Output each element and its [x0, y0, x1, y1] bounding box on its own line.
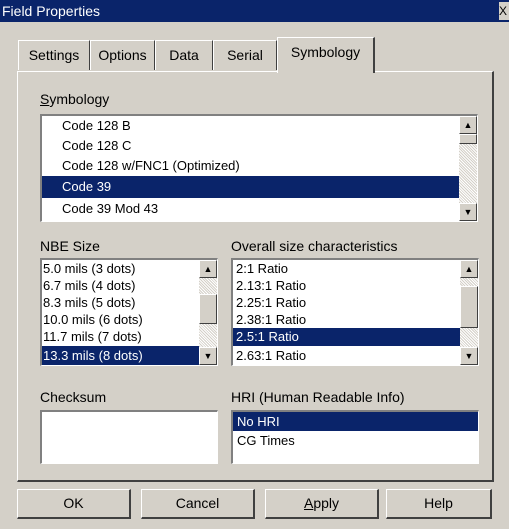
nbe-size-list[interactable]: 5.0 mils (3 dots) 6.7 mils (4 dots) 8.3 … — [40, 258, 218, 366]
tab-options[interactable]: Options — [90, 40, 155, 70]
hri-item[interactable]: CG Times — [233, 431, 478, 450]
scroll-up-icon[interactable]: ▲ — [199, 260, 217, 278]
overall-size-label: Overall size characteristics — [231, 238, 398, 254]
symbology-label-rest: ymbology — [49, 91, 110, 107]
nbe-size-item[interactable]: 6.7 mils (4 dots) — [42, 277, 200, 294]
overall-size-list[interactable]: 2:1 Ratio 2.13:1 Ratio 2.25:1 Ratio 2.38… — [231, 258, 479, 366]
nbe-size-item[interactable]: 11.7 mils (7 dots) — [42, 328, 200, 345]
symbology-item[interactable]: Code 128 C — [42, 136, 460, 156]
hri-label: HRI (Human Readable Info) — [231, 389, 405, 405]
symbology-label: Symbology — [40, 91, 109, 107]
symbology-scroll-thumb[interactable] — [459, 134, 477, 144]
apply-accel: A — [303, 495, 314, 511]
window-title: Field Properties — [2, 3, 101, 19]
tab-data[interactable]: Data — [155, 40, 213, 70]
overall-size-item-selected[interactable]: 2.5:1 Ratio — [233, 328, 461, 346]
apply-label-rest: pply — [313, 495, 340, 511]
nbe-size-scroll-thumb[interactable] — [199, 294, 217, 324]
nbe-size-scrollbar[interactable]: ▲ ▼ — [199, 260, 217, 365]
scroll-down-icon[interactable]: ▼ — [459, 203, 477, 221]
overall-size-item[interactable]: 2.13:1 Ratio — [233, 277, 461, 294]
symbology-item[interactable]: Code 39 Mod 43 — [42, 198, 460, 220]
symbology-item[interactable]: Code 128 w/FNC1 (Optimized) — [42, 156, 460, 176]
scroll-down-icon[interactable]: ▼ — [199, 347, 217, 365]
nbe-size-item[interactable]: 5.0 mils (3 dots) — [42, 260, 200, 277]
tab-serial[interactable]: Serial — [213, 40, 277, 70]
scroll-down-icon[interactable]: ▼ — [460, 347, 478, 365]
ok-button[interactable]: OK — [17, 489, 131, 519]
nbe-size-item[interactable]: 10.0 mils (6 dots) — [42, 311, 200, 328]
cancel-button[interactable]: Cancel — [141, 489, 255, 519]
scroll-up-icon[interactable]: ▲ — [459, 116, 477, 134]
symbology-item[interactable]: Code 128 B — [42, 116, 460, 136]
help-button[interactable]: Help — [386, 489, 492, 519]
nbe-size-item[interactable]: 8.3 mils (5 dots) — [42, 294, 200, 311]
overall-size-item[interactable]: 2:1 Ratio — [233, 260, 461, 277]
close-icon[interactable]: X — [499, 2, 509, 20]
overall-size-scrollbar[interactable]: ▲ ▼ — [460, 260, 478, 365]
tab-symbology[interactable]: Symbology — [277, 37, 375, 73]
title-bar[interactable]: Field Properties X — [0, 0, 509, 22]
symbology-panel: Symbology Code 128 B Code 128 C Code 128… — [17, 71, 494, 482]
symbology-item-selected[interactable]: Code 39 — [42, 176, 460, 198]
checksum-list[interactable] — [40, 410, 218, 464]
overall-size-item[interactable]: 2.25:1 Ratio — [233, 294, 461, 311]
apply-button[interactable]: Apply — [265, 489, 379, 519]
symbology-scrollbar[interactable]: ▲ ▼ — [459, 116, 477, 221]
overall-size-item[interactable]: 2.38:1 Ratio — [233, 311, 461, 328]
nbe-size-label: NBE Size — [40, 238, 100, 254]
scroll-up-icon[interactable]: ▲ — [460, 260, 478, 278]
checksum-label: Checksum — [40, 389, 107, 405]
symbology-label-accel: S — [40, 91, 50, 107]
tab-settings[interactable]: Settings — [18, 40, 90, 70]
nbe-size-item-selected[interactable]: 13.3 mils (8 dots) — [42, 346, 200, 365]
overall-size-scroll-thumb[interactable] — [460, 286, 478, 328]
symbology-list[interactable]: Code 128 B Code 128 C Code 128 w/FNC1 (O… — [40, 114, 478, 222]
hri-item-selected[interactable]: No HRI — [233, 412, 478, 431]
overall-size-item[interactable]: 2.63:1 Ratio — [233, 346, 461, 365]
hri-list[interactable]: No HRI CG Times — [231, 410, 479, 464]
